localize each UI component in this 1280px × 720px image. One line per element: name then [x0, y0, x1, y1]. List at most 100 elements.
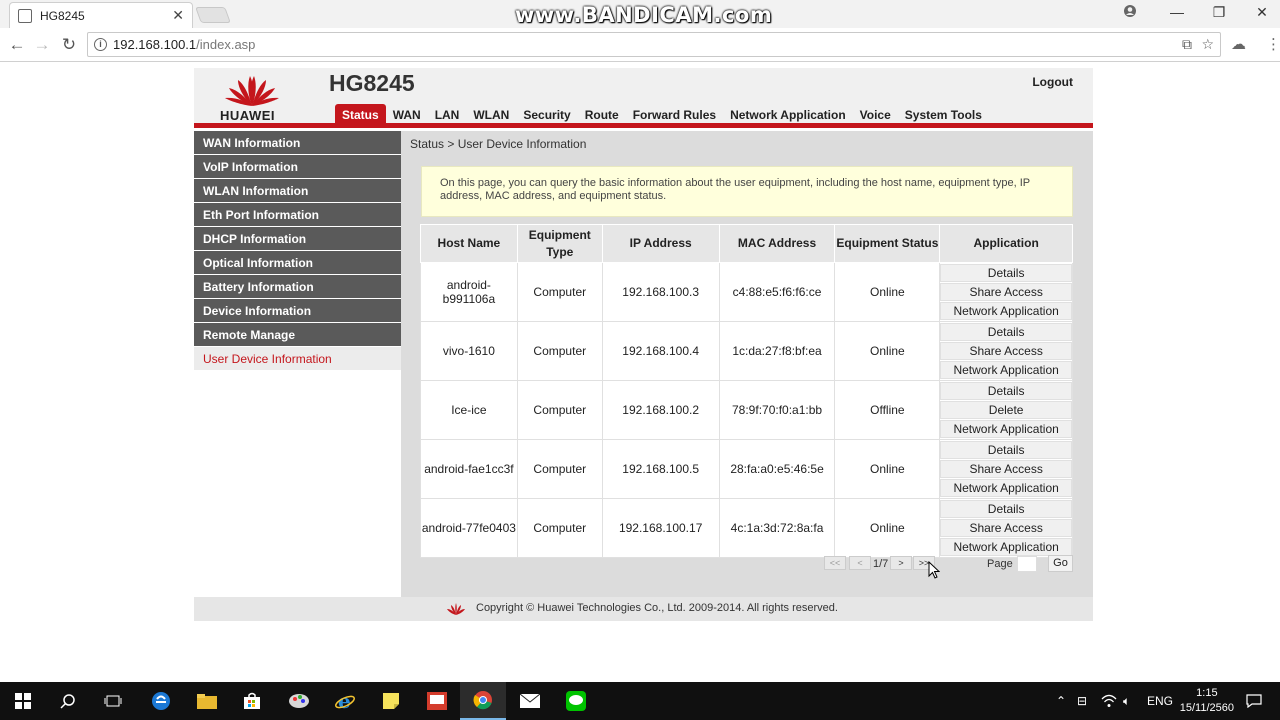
sidebar: WAN Information VoIP Information WLAN In…	[194, 131, 401, 597]
line-app-icon[interactable]	[553, 682, 599, 720]
nav-wan[interactable]: WAN	[386, 104, 428, 128]
bookmark-star-icon[interactable]: ☆	[1201, 36, 1214, 53]
footer: Copyright © Huawei Technologies Co., Ltd…	[194, 597, 1093, 621]
details-button[interactable]: Details	[940, 264, 1072, 282]
sidebar-item-battery-information[interactable]: Battery Information	[194, 275, 401, 299]
previous-page-button[interactable]: <	[849, 556, 871, 570]
nav-voice[interactable]: Voice	[853, 104, 898, 128]
menu-dots-icon[interactable]: ⋮	[1266, 35, 1280, 53]
network-application-button[interactable]: Network Application	[940, 479, 1072, 497]
breadcrumb: Status > User Device Information	[410, 137, 587, 151]
back-arrow-icon[interactable]: ←	[7, 35, 27, 55]
close-window-icon[interactable]: ✕	[1252, 4, 1272, 21]
share-access-button[interactable]: Share Access	[940, 283, 1072, 301]
sidebar-item-device-information[interactable]: Device Information	[194, 299, 401, 323]
forward-arrow-icon[interactable]: →	[32, 35, 52, 55]
sidebar-item-voip-information[interactable]: VoIP Information	[194, 155, 401, 179]
huawei-logo-text: HUAWEI	[220, 108, 275, 123]
details-button[interactable]: Details	[940, 323, 1072, 341]
wifi-icon[interactable]	[1101, 682, 1117, 720]
page-indicator: 1/7	[873, 558, 889, 570]
network-application-button[interactable]: Network Application	[940, 420, 1072, 438]
tab-title: HG8245	[40, 8, 85, 23]
sticky-notes-icon[interactable]	[368, 682, 414, 720]
equipment-status-cell: Online	[834, 498, 941, 558]
chrome-browser-icon[interactable]	[460, 682, 506, 720]
mail-icon[interactable]	[507, 682, 553, 720]
address-bar[interactable]: i 192.168.100.1/index.asp ☆ ⧉	[87, 32, 1221, 57]
sidebar-item-user-device-information[interactable]: User Device Information	[194, 347, 401, 371]
site-info-icon[interactable]: i	[94, 38, 107, 51]
notifications-icon[interactable]	[1246, 682, 1262, 720]
translate-icon[interactable]: ⧉	[1182, 36, 1192, 53]
nav-route[interactable]: Route	[578, 104, 626, 128]
volume-icon[interactable]: 🔈︎	[1123, 682, 1130, 720]
sidebar-item-remote-manage[interactable]: Remote Manage	[194, 323, 401, 347]
nav-wlan[interactable]: WLAN	[466, 104, 516, 128]
input-language[interactable]: ENG	[1147, 682, 1173, 720]
sidebar-item-optical-information[interactable]: Optical Information	[194, 251, 401, 275]
page-number-input[interactable]	[1017, 556, 1037, 572]
page-label: Page	[987, 558, 1013, 570]
share-access-button[interactable]: Share Access	[940, 460, 1072, 478]
restore-icon[interactable]: ❐	[1209, 4, 1229, 21]
show-hidden-icons-icon[interactable]: ⌃	[1056, 682, 1066, 720]
extension-icon[interactable]: ☁	[1231, 35, 1246, 53]
store-icon[interactable]	[229, 682, 275, 720]
logout-link[interactable]: Logout	[1032, 75, 1073, 89]
host-name-cell: android-fae1cc3f	[420, 439, 518, 499]
presentation-app-icon[interactable]	[414, 682, 460, 720]
browser-tab[interactable]: HG8245 ✕	[9, 2, 193, 28]
internet-explorer-icon[interactable]: e	[322, 682, 368, 720]
table-row: android-b991106a Computer 192.168.100.3 …	[420, 262, 1073, 322]
next-page-button[interactable]: >	[890, 556, 912, 570]
column-header: Host Name	[420, 224, 518, 263]
equipment-status-cell: Offline	[834, 380, 941, 440]
reload-icon[interactable]: ↻	[59, 35, 79, 55]
paint-app-icon[interactable]	[276, 682, 322, 720]
sidebar-item-dhcp-information[interactable]: DHCP Information	[194, 227, 401, 251]
network-application-button[interactable]: Network Application	[940, 361, 1072, 379]
nav-forward-rules[interactable]: Forward Rules	[626, 104, 723, 128]
nav-status[interactable]: Status	[335, 104, 386, 128]
task-view-icon[interactable]	[90, 682, 136, 720]
first-page-button[interactable]: <<	[824, 556, 846, 570]
sidebar-item-wlan-information[interactable]: WLAN Information	[194, 179, 401, 203]
sidebar-item-eth-port-information[interactable]: Eth Port Information	[194, 203, 401, 227]
details-button[interactable]: Details	[940, 441, 1072, 459]
ip-address-cell: 192.168.100.4	[601, 321, 720, 381]
share-access-button[interactable]: Share Access	[940, 342, 1072, 360]
go-button[interactable]: Go	[1048, 555, 1073, 572]
network-application-button[interactable]: Network Application	[940, 302, 1072, 320]
nav-lan[interactable]: LAN	[428, 104, 467, 128]
mac-address-cell: c4:88:e5:f6:f6:ce	[718, 262, 836, 322]
huawei-small-logo-icon	[447, 603, 465, 615]
network-status-icon[interactable]: ⊟	[1077, 682, 1087, 720]
delete-button[interactable]: Delete	[940, 401, 1072, 419]
start-windows-icon[interactable]	[0, 682, 46, 720]
edge-browser-icon[interactable]	[138, 682, 184, 720]
tab-close-icon[interactable]: ✕	[172, 7, 184, 24]
nav-network-application[interactable]: Network Application	[723, 104, 853, 128]
equipment-type-cell: Computer	[516, 262, 603, 322]
details-button[interactable]: Details	[940, 500, 1072, 518]
mac-address-cell: 28:fa:a0:e5:46:5e	[718, 439, 836, 499]
new-tab-button[interactable]	[195, 7, 231, 23]
details-button[interactable]: Details	[940, 382, 1072, 400]
nav-system-tools[interactable]: System Tools	[898, 104, 989, 128]
system-clock[interactable]: 1:15 15/11/2560	[1180, 686, 1234, 716]
network-application-button[interactable]: Network Application	[940, 538, 1072, 556]
table-row: vivo-1610 Computer 192.168.100.4 1c:da:2…	[420, 321, 1073, 381]
file-explorer-icon[interactable]	[184, 682, 230, 720]
nav-security[interactable]: Security	[516, 104, 577, 128]
equipment-status-cell: Online	[834, 439, 941, 499]
minimize-icon[interactable]: —	[1167, 4, 1187, 20]
profile-icon[interactable]	[1120, 4, 1140, 21]
info-notice: On this page, you can query the basic in…	[421, 166, 1073, 217]
application-cell: Details Share Access Network Application	[939, 439, 1073, 499]
sidebar-item-wan-information[interactable]: WAN Information	[194, 131, 401, 155]
equipment-status-cell: Online	[834, 321, 941, 381]
share-access-button[interactable]: Share Access	[940, 519, 1072, 537]
router-header: HUAWEI HG8245 Logout Status WAN LAN WLAN…	[194, 68, 1093, 128]
search-icon[interactable]	[45, 682, 91, 720]
